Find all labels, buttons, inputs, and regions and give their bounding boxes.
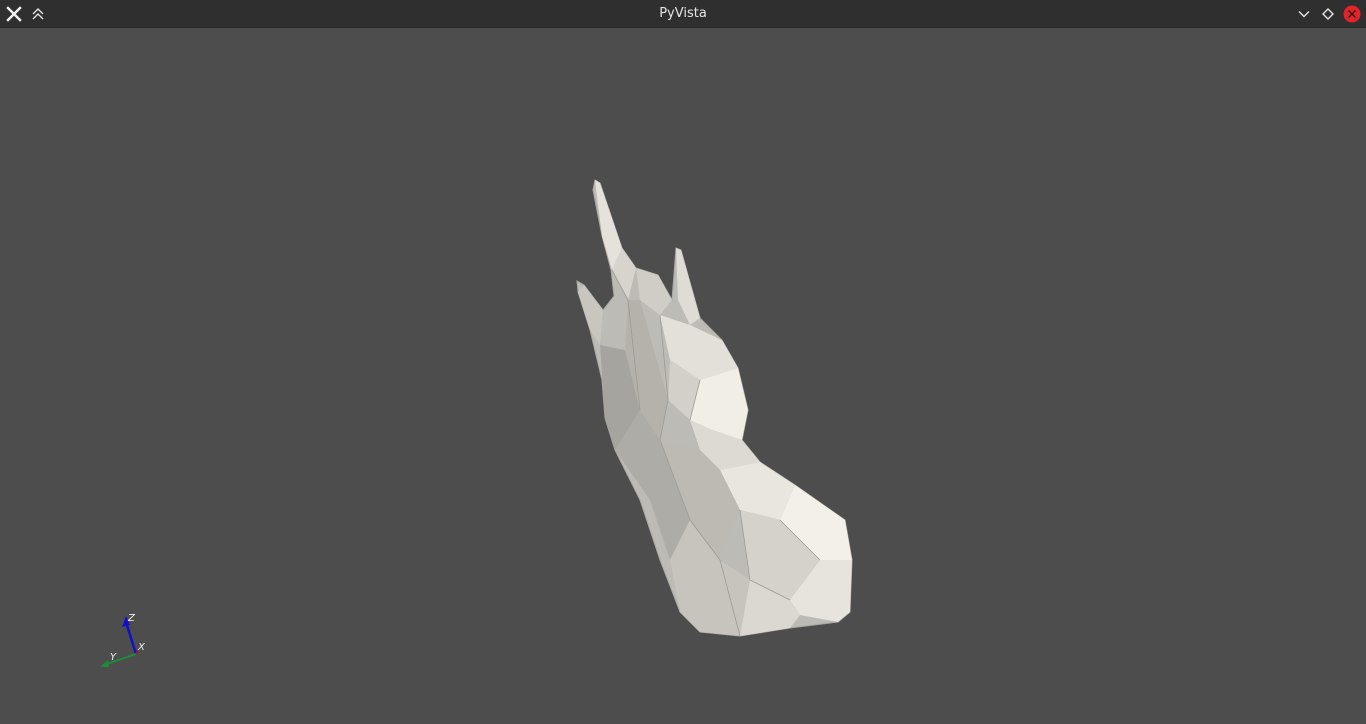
close-circle-icon: [1343, 5, 1361, 23]
window-titlebar[interactable]: PyVista: [0, 0, 1366, 28]
y-axis-label: Y: [110, 652, 117, 663]
window-title: PyVista: [659, 6, 707, 21]
mesh-surface: [576, 179, 853, 637]
z-axis-label: Z: [127, 613, 136, 624]
chevron-down-icon: [1297, 7, 1311, 21]
diamond-icon: [1321, 7, 1335, 21]
orientation-axes-widget: Z X Y: [100, 613, 146, 667]
minimize-button[interactable]: [1293, 3, 1315, 25]
x-axis-label: X: [137, 642, 146, 653]
render-viewport[interactable]: Z X Y: [0, 29, 1366, 724]
scene-canvas: Z X Y: [100, 179, 853, 667]
y-axis: [103, 653, 137, 666]
close-button[interactable]: [1341, 3, 1363, 25]
maximize-button[interactable]: [1317, 3, 1339, 25]
y-axis-arrow: [100, 660, 109, 667]
z-axis: [124, 621, 138, 655]
